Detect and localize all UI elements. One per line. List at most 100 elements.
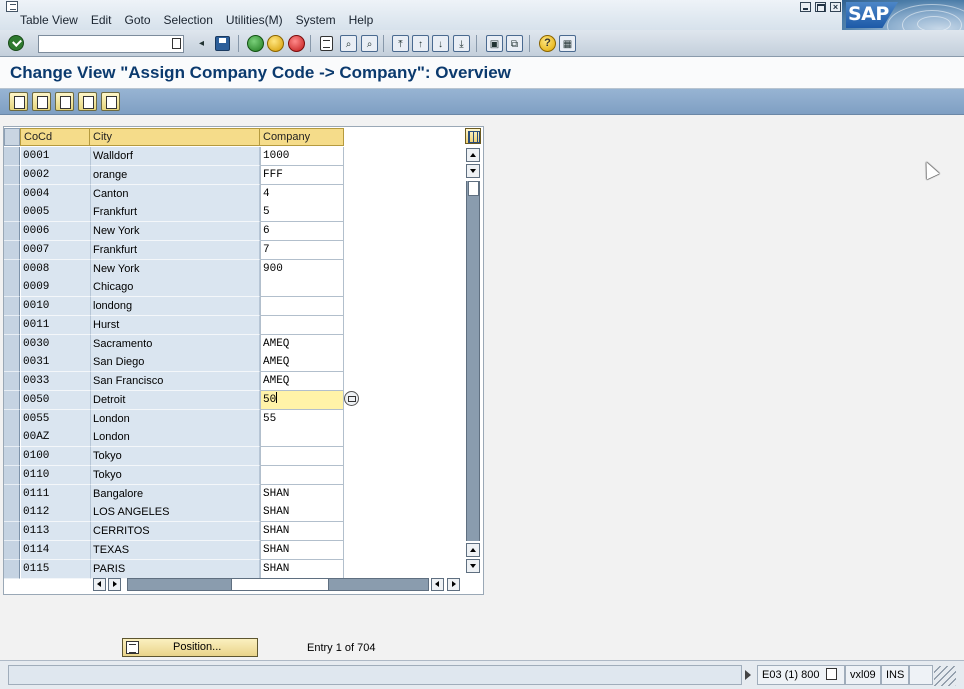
column-header-company[interactable]: Company <box>260 128 344 146</box>
row-selector[interactable] <box>4 503 20 523</box>
layout-menu-icon[interactable]: ▦ <box>559 35 576 52</box>
horizontal-scrollbar[interactable] <box>127 578 429 591</box>
row-selector[interactable] <box>4 428 20 448</box>
cell-company-input[interactable] <box>260 315 344 335</box>
menu-table-view[interactable]: Table View <box>20 13 78 27</box>
column-header-city[interactable]: City <box>90 128 260 146</box>
position-button[interactable]: Position... <box>122 638 258 657</box>
cell-company-input[interactable]: 55 <box>260 409 344 429</box>
minimize-icon[interactable] <box>800 2 811 12</box>
cell-company-input[interactable] <box>260 297 344 316</box>
row-selector[interactable] <box>4 184 20 204</box>
row-selector[interactable] <box>4 409 20 429</box>
select-block-icon[interactable] <box>78 92 97 111</box>
row-selector[interactable] <box>4 559 20 579</box>
cell-company-input[interactable]: FFF <box>260 165 344 185</box>
menu-edit[interactable]: Edit <box>91 13 112 27</box>
cell-company-input[interactable]: SHAN <box>260 522 344 541</box>
select-all-icon[interactable] <box>55 92 74 111</box>
scroll-right-button[interactable] <box>447 578 460 591</box>
row-selector[interactable] <box>4 540 20 560</box>
row-selector[interactable] <box>4 447 20 466</box>
undo-change-icon[interactable] <box>32 92 51 111</box>
cell-company-input[interactable]: 5 <box>260 203 344 223</box>
resize-grip[interactable] <box>934 666 956 686</box>
horizontal-scroll-thumb[interactable] <box>231 579 329 590</box>
scroll-left-button[interactable] <box>431 578 444 591</box>
cell-company-input[interactable]: 1000 <box>260 147 344 166</box>
row-selector[interactable] <box>4 484 20 504</box>
previous-page-icon[interactable]: ↑ <box>412 35 429 52</box>
menu-system[interactable]: System <box>296 13 336 27</box>
cell-company-input[interactable]: SHAN <box>260 503 344 523</box>
next-page-icon[interactable]: ↓ <box>432 35 449 52</box>
row-selector[interactable] <box>4 147 20 166</box>
save-icon[interactable] <box>215 36 230 51</box>
cell-company-input[interactable]: SHAN <box>260 540 344 560</box>
first-page-icon[interactable]: ⤒ <box>392 35 409 52</box>
cancel-icon[interactable] <box>288 35 305 52</box>
row-selector[interactable] <box>4 297 20 316</box>
scroll-up-bottom-button[interactable] <box>466 543 480 557</box>
display-change-icon[interactable] <box>9 92 28 111</box>
cell-company-input[interactable]: SHAN <box>260 484 344 504</box>
cell-company-input[interactable]: AMEQ <box>260 353 344 373</box>
find-icon[interactable]: ⌕ <box>340 35 357 52</box>
back-small-icon[interactable]: ◂ <box>193 35 210 52</box>
row-selector[interactable] <box>4 222 20 241</box>
column-header-cocd[interactable]: CoCd <box>20 128 90 146</box>
command-input[interactable] <box>39 36 167 52</box>
print-icon[interactable] <box>320 36 333 51</box>
close-window-icon[interactable]: × <box>830 2 841 12</box>
row-selector[interactable] <box>4 372 20 391</box>
cell-company-input[interactable]: 7 <box>260 240 344 260</box>
row-selector[interactable] <box>4 240 20 260</box>
command-history-icon[interactable] <box>172 38 181 49</box>
cell-company-input[interactable]: AMEQ <box>260 334 344 354</box>
row-selector[interactable] <box>4 522 20 541</box>
cell-company-input[interactable] <box>260 447 344 466</box>
menu-selection[interactable]: Selection <box>164 13 213 27</box>
status-expand-icon[interactable] <box>745 670 751 680</box>
row-selector[interactable] <box>4 334 20 354</box>
select-all-rows-button[interactable] <box>4 128 20 146</box>
create-session-icon[interactable]: ▣ <box>486 35 503 52</box>
cell-company-input[interactable]: AMEQ <box>260 372 344 391</box>
menu-help[interactable]: Help <box>349 13 374 27</box>
menu-goto[interactable]: Goto <box>125 13 151 27</box>
system-info-icon[interactable] <box>826 668 837 680</box>
scroll-up-button[interactable] <box>466 148 480 162</box>
vertical-scroll-thumb[interactable] <box>468 181 479 196</box>
cell-company-input[interactable]: 900 <box>260 259 344 279</box>
cell-company-input[interactable]: 6 <box>260 222 344 241</box>
scroll-down-bottom-button[interactable] <box>466 559 480 573</box>
find-next-icon[interactable]: ⌕ <box>361 35 378 52</box>
row-selector[interactable] <box>4 259 20 279</box>
help-icon[interactable]: ? <box>539 35 556 52</box>
fixed-scroll-right-button[interactable] <box>108 578 121 591</box>
row-selector[interactable] <box>4 465 20 485</box>
cell-company-input[interactable]: 4 <box>260 184 344 204</box>
cell-company-input[interactable] <box>260 465 344 485</box>
command-field[interactable] <box>38 35 184 53</box>
cell-company-input[interactable] <box>260 278 344 298</box>
cell-company-input[interactable]: 50 <box>260 390 344 410</box>
row-selector[interactable] <box>4 203 20 223</box>
menu-utilities-m[interactable]: Utilities(M) <box>226 13 283 27</box>
deselect-all-icon[interactable] <box>101 92 120 111</box>
f4-value-help-icon[interactable] <box>344 391 359 406</box>
scroll-down-button[interactable] <box>466 164 480 178</box>
row-selector[interactable] <box>4 390 20 410</box>
vertical-scrollbar[interactable] <box>466 181 480 541</box>
insert-mode[interactable]: INS <box>881 665 909 685</box>
fixed-scroll-left-button[interactable] <box>93 578 106 591</box>
row-selector[interactable] <box>4 353 20 373</box>
enter-icon[interactable] <box>8 35 24 51</box>
row-selector[interactable] <box>4 278 20 298</box>
system-menu-icon[interactable] <box>6 1 18 12</box>
cell-company-input[interactable]: SHAN <box>260 559 344 579</box>
last-page-icon[interactable]: ⤓ <box>453 35 470 52</box>
row-selector[interactable] <box>4 165 20 185</box>
back-icon[interactable] <box>247 35 264 52</box>
create-shortcut-icon[interactable]: ⧉ <box>506 35 523 52</box>
